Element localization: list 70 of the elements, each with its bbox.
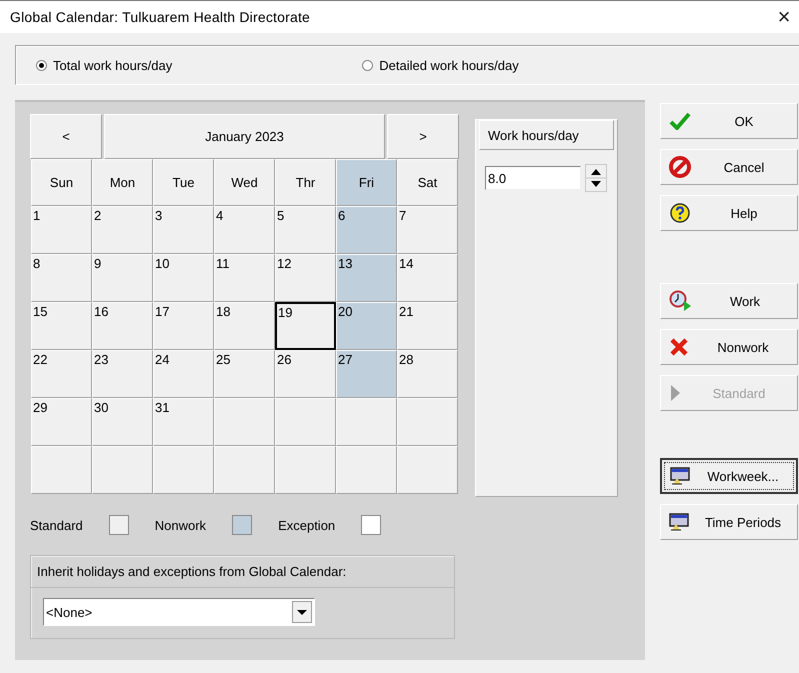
legend-label: Standard [30,518,83,532]
day-cell[interactable]: 14 [397,254,458,302]
day-cell[interactable]: 17 [153,302,214,350]
day-cell[interactable]: 1 [31,206,92,254]
weekday-header[interactable]: Mon [92,159,153,206]
day-cell[interactable]: 11 [214,254,275,302]
dialog-button[interactable]: Time Periods [660,504,798,540]
day-cell[interactable]: 7 [397,206,458,254]
weekday-header[interactable]: Tue [153,159,214,206]
hours-input-field[interactable]: 8.0 [485,166,581,190]
day-cell[interactable]: 26 [275,350,336,398]
help-icon [669,202,691,224]
day-cell[interactable]: 27 [336,350,397,398]
close-button[interactable]: × [769,4,799,30]
day-cell[interactable]: 15 [31,302,92,350]
work-hours-header: Work hours/day [479,120,614,150]
monitor-icon [670,467,690,485]
day-cell[interactable]: 20 [336,302,397,350]
day-cell[interactable]: 4 [214,206,275,254]
legend-label: Exception [278,518,336,532]
cross-icon [669,337,689,357]
radio-label[interactable]: Total work hours/day [53,58,172,72]
month-title[interactable]: January 2023 [104,114,385,159]
play-icon [669,384,681,402]
day-cell[interactable]: 24 [153,350,214,398]
day-cell[interactable]: 19 [275,302,336,350]
radio-button[interactable] [362,60,374,70]
day-cell[interactable]: 22 [31,350,92,398]
dialog-button[interactable]: Cancel [660,149,798,185]
day-cell[interactable]: 10 [153,254,214,302]
weekday-header[interactable]: Fri [336,159,397,206]
previous-month-button[interactable]: < [30,114,102,159]
day-cell[interactable]: 31 [153,398,214,446]
dialog-button[interactable]: Nonwork [660,329,798,365]
inherit-label: Inherit holidays and exceptions from Global Calendar: [31,556,454,588]
day-cell[interactable]: 18 [214,302,275,350]
day-cell[interactable]: 13 [336,254,397,302]
day-cell[interactable]: 30 [92,398,153,446]
spinner-arrows-icon[interactable] [585,164,607,192]
weekday-header[interactable]: Sat [397,159,458,206]
radio-label[interactable]: Detailed work hours/day [379,58,519,72]
radio-button[interactable] [36,60,47,70]
checkmark-icon [669,112,691,130]
weekday-header[interactable]: Wed [214,159,275,206]
day-cell[interactable]: 21 [397,302,458,350]
day-cell[interactable]: 3 [153,206,214,254]
day-cell[interactable]: 25 [214,350,275,398]
day-cell[interactable]: 12 [275,254,336,302]
day-cell[interactable]: 29 [31,398,92,446]
calendar-dropdown[interactable]: <None> [43,598,315,626]
clock-icon [669,290,693,312]
monitor-icon [669,513,689,531]
day-cell[interactable]: 16 [92,302,153,350]
day-cell[interactable]: 28 [397,350,458,398]
day-cell[interactable]: 6 [336,206,397,254]
weekday-header[interactable]: Sun [31,159,92,206]
legend-label: Nonwork [154,518,206,532]
dialog-button[interactable]: Help [660,195,798,231]
no-entry-icon [669,156,691,178]
dialog-button[interactable]: OK [660,103,798,139]
dialog-button[interactable]: Workweek... [660,458,798,494]
next-month-button[interactable]: > [387,114,459,159]
day-cell[interactable]: 2 [92,206,153,254]
weekday-header[interactable]: Thr [275,159,336,206]
day-cell[interactable]: 23 [92,350,153,398]
dialog-button[interactable]: Work [660,283,798,319]
day-cell[interactable]: 9 [92,254,153,302]
day-cell[interactable]: 8 [31,254,92,302]
day-cell[interactable]: 5 [275,206,336,254]
window-title: Global Calendar: Tulkuarem Health Directorate [10,9,310,25]
